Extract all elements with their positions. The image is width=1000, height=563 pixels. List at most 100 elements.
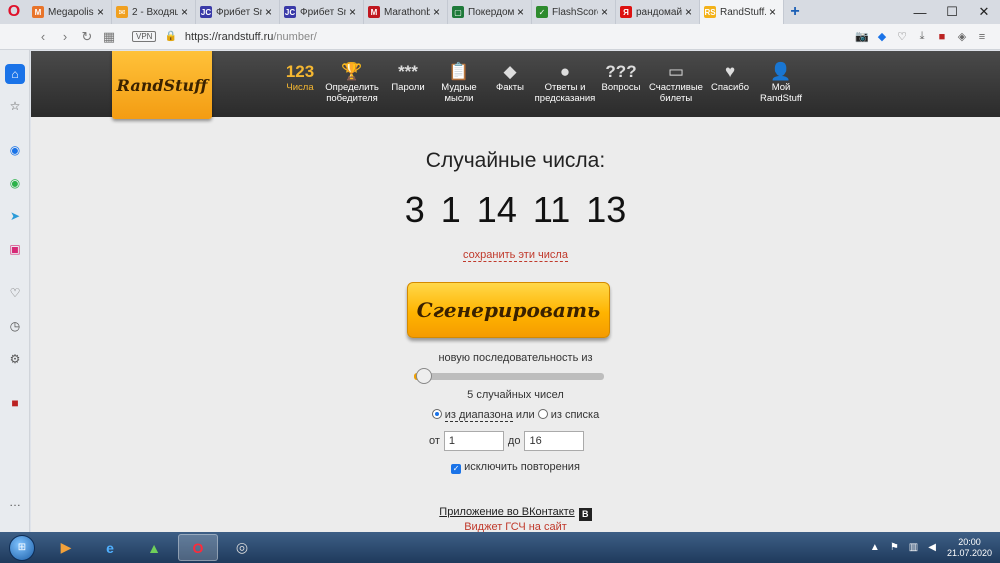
opera-icon[interactable]: O xyxy=(178,534,218,561)
url-field[interactable]: https://randstuff.ru/number/ xyxy=(185,31,317,43)
tab-close-icon[interactable]: × xyxy=(97,5,107,19)
nav-item[interactable]: 📋 Мудрые мысли xyxy=(431,51,487,117)
clock-icon[interactable]: ◷ xyxy=(5,316,25,336)
to-input[interactable]: 16 xyxy=(524,431,585,451)
extension-icon[interactable]: ■ xyxy=(5,393,25,413)
mode-or-label: или xyxy=(515,409,535,421)
menu-icon[interactable]: ≡ xyxy=(972,31,992,43)
web-page: RandStuff 123 Числа 🏆 Определить победителя… xyxy=(31,51,1000,532)
nav-item-label: Вопросы xyxy=(601,82,641,93)
reload-button[interactable]: ↻ xyxy=(76,29,98,45)
radio-list-label[interactable]: из списка xyxy=(551,409,600,421)
download-icon[interactable]: ⤓ xyxy=(912,30,932,43)
browser-tab[interactable]: Ярандомайзер× xyxy=(616,0,700,24)
from-label: от xyxy=(429,435,440,447)
tab-label: Покердом ка xyxy=(468,6,514,18)
finance-app-icon[interactable]: ▲ xyxy=(134,534,174,561)
nav-item[interactable]: *** Пароли xyxy=(385,51,431,117)
cube-icon[interactable]: ◈ xyxy=(952,30,972,43)
maximize-button[interactable]: ☐ xyxy=(936,4,968,20)
minimize-button[interactable]: — xyxy=(904,5,936,20)
torrent-icon[interactable]: ◎ xyxy=(222,534,262,561)
star-icon[interactable]: ☆ xyxy=(5,96,25,116)
whatsapp-icon[interactable]: ◉ xyxy=(5,173,25,193)
tab-close-icon[interactable]: × xyxy=(685,5,695,19)
clock[interactable]: 20:00 21.07.2020 xyxy=(947,537,992,559)
count-slider-thumb[interactable] xyxy=(415,368,432,384)
widget-link[interactable]: Виджет ГСЧ на сайт xyxy=(31,521,1000,532)
new-tab-button[interactable]: + xyxy=(784,0,806,24)
nav-item[interactable]: 🏆 Определить победителя xyxy=(319,51,385,117)
from-input[interactable]: 1 xyxy=(443,431,504,451)
page-title: Случайные числа: xyxy=(425,149,606,172)
forward-button[interactable]: › xyxy=(54,29,76,44)
nav-item[interactable]: ▭ Счастливые билеты xyxy=(645,51,707,117)
vk-app-link[interactable]: Приложение во ВКонтакте xyxy=(439,506,574,518)
tab-close-icon[interactable]: × xyxy=(601,5,611,19)
tab-favicon-icon: M xyxy=(368,6,380,18)
nav-item[interactable]: ◆ Факты xyxy=(487,51,533,117)
generate-button[interactable]: Сгенерировать xyxy=(407,282,610,338)
nav-item-icon: ♥ xyxy=(724,61,736,81)
camera-icon[interactable]: 📷 xyxy=(852,30,872,43)
volume-icon[interactable]: ◀ xyxy=(928,542,936,553)
nav-item[interactable]: 123 Числа xyxy=(281,51,319,117)
internet-explorer-icon[interactable]: e xyxy=(90,534,130,561)
instagram-icon[interactable]: ▣ xyxy=(5,239,25,259)
tab-close-icon[interactable]: × xyxy=(181,5,191,19)
tab-close-icon[interactable]: × xyxy=(769,5,779,19)
tab-favicon-icon: M xyxy=(32,6,44,18)
tab-close-icon[interactable]: × xyxy=(265,5,275,19)
radio-list[interactable] xyxy=(537,409,548,419)
radio-range-label[interactable]: из диапазона xyxy=(444,409,513,422)
home-icon[interactable]: ⌂ xyxy=(5,64,25,84)
browser-tab[interactable]: JC Фрибет Smok× xyxy=(196,0,280,24)
browser-tab[interactable]: ✉ 2 - Входящие× xyxy=(112,0,196,24)
start-button[interactable]: ⊞ xyxy=(0,532,44,563)
flag-icon[interactable]: ⚑ xyxy=(890,542,899,553)
close-window-button[interactable]: ✕ xyxy=(968,4,1000,20)
back-button[interactable]: ‹ xyxy=(32,29,54,44)
count-slider[interactable] xyxy=(414,368,604,384)
heart-icon[interactable]: ♡ xyxy=(5,283,25,303)
nav-item[interactable]: ??? Вопросы xyxy=(597,51,645,117)
exclude-repeats-checkbox[interactable]: ✓ xyxy=(451,464,462,474)
tab-grid-button[interactable]: ▦ xyxy=(98,29,120,45)
shield-icon[interactable]: ◆ xyxy=(872,30,892,43)
url-path: /number/ xyxy=(273,30,317,43)
nav-item-label: Спасибо xyxy=(710,82,750,93)
opera-menu-button[interactable]: O xyxy=(0,0,28,24)
adblock-icon[interactable]: ■ xyxy=(932,31,952,43)
more-icon[interactable]: … xyxy=(5,492,25,512)
browser-tab[interactable]: JC Фрибет Smok× xyxy=(280,0,364,24)
vk-icon[interactable]: В xyxy=(578,508,592,521)
tab-favicon-icon: ▢ xyxy=(452,6,464,18)
tab-close-icon[interactable]: × xyxy=(349,5,359,19)
tab-bar: O MMegapolis 8%×✉2 - Входящие×JCФрибет S… xyxy=(0,0,1000,24)
exclude-repeats-label[interactable]: исключить повторения xyxy=(464,461,580,473)
vpn-badge[interactable]: VPN xyxy=(132,31,157,42)
to-label: до xyxy=(507,435,521,447)
media-player-icon[interactable]: ▶ xyxy=(46,534,86,561)
settings-icon[interactable]: ⚙ xyxy=(5,349,25,369)
save-numbers-link[interactable]: сохранить эти числа xyxy=(463,249,568,262)
nav-item[interactable]: ● Ответы и предсказания xyxy=(533,51,597,117)
network-icon[interactable]: ▥ xyxy=(909,542,918,553)
tray-arrow-icon[interactable]: ▲ xyxy=(870,542,880,553)
site-logo[interactable]: RandStuff xyxy=(112,51,212,119)
lock-icon[interactable]: 🔒 xyxy=(164,31,176,42)
telegram-icon[interactable]: ➤ xyxy=(5,206,25,226)
browser-tab[interactable]: M Marathonbet× xyxy=(364,0,448,24)
browser-tab[interactable]: RS RandStuff.ru× xyxy=(700,0,784,24)
heart-icon[interactable]: ♡ xyxy=(892,30,912,43)
browser-tab[interactable]: ▢ Покердом ка× xyxy=(448,0,532,24)
messenger-icon[interactable]: ◉ xyxy=(5,140,25,160)
tab-close-icon[interactable]: × xyxy=(517,5,527,19)
radio-range[interactable] xyxy=(431,409,442,419)
taskbar: ⊞ ▶ e ▲ O ◎ ▲ ⚑ ▥ ◀ 20:00 21.07.2020 xyxy=(0,532,1000,563)
nav-item[interactable]: ♥ Спасибо xyxy=(707,51,753,117)
nav-item[interactable]: 👤 Мой RandStuff xyxy=(753,51,809,117)
tab-close-icon[interactable]: × xyxy=(433,5,443,19)
browser-tab[interactable]: M Megapolis 8%× xyxy=(28,0,112,24)
browser-tab[interactable]: ✓ FlashScore.ru× xyxy=(532,0,616,24)
